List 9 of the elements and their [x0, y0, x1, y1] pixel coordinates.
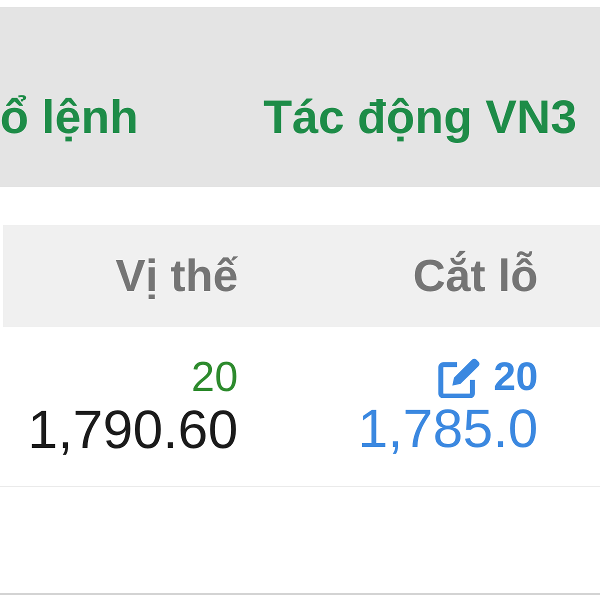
column-header: Cắt lỗ — [412, 251, 538, 301]
stop-loss-quantity: 20 — [494, 354, 538, 400]
position-quantity: 20 — [191, 352, 238, 401]
tab[interactable]: ổ lệnh — [0, 91, 138, 143]
stop-loss-price: 1,785.0 — [358, 400, 538, 460]
position-price: 1,790.60 — [28, 400, 238, 460]
column-header: Vị thế — [115, 251, 238, 301]
tab[interactable]: Tác động VN3 — [263, 91, 577, 143]
edit-icon[interactable] — [436, 356, 482, 398]
